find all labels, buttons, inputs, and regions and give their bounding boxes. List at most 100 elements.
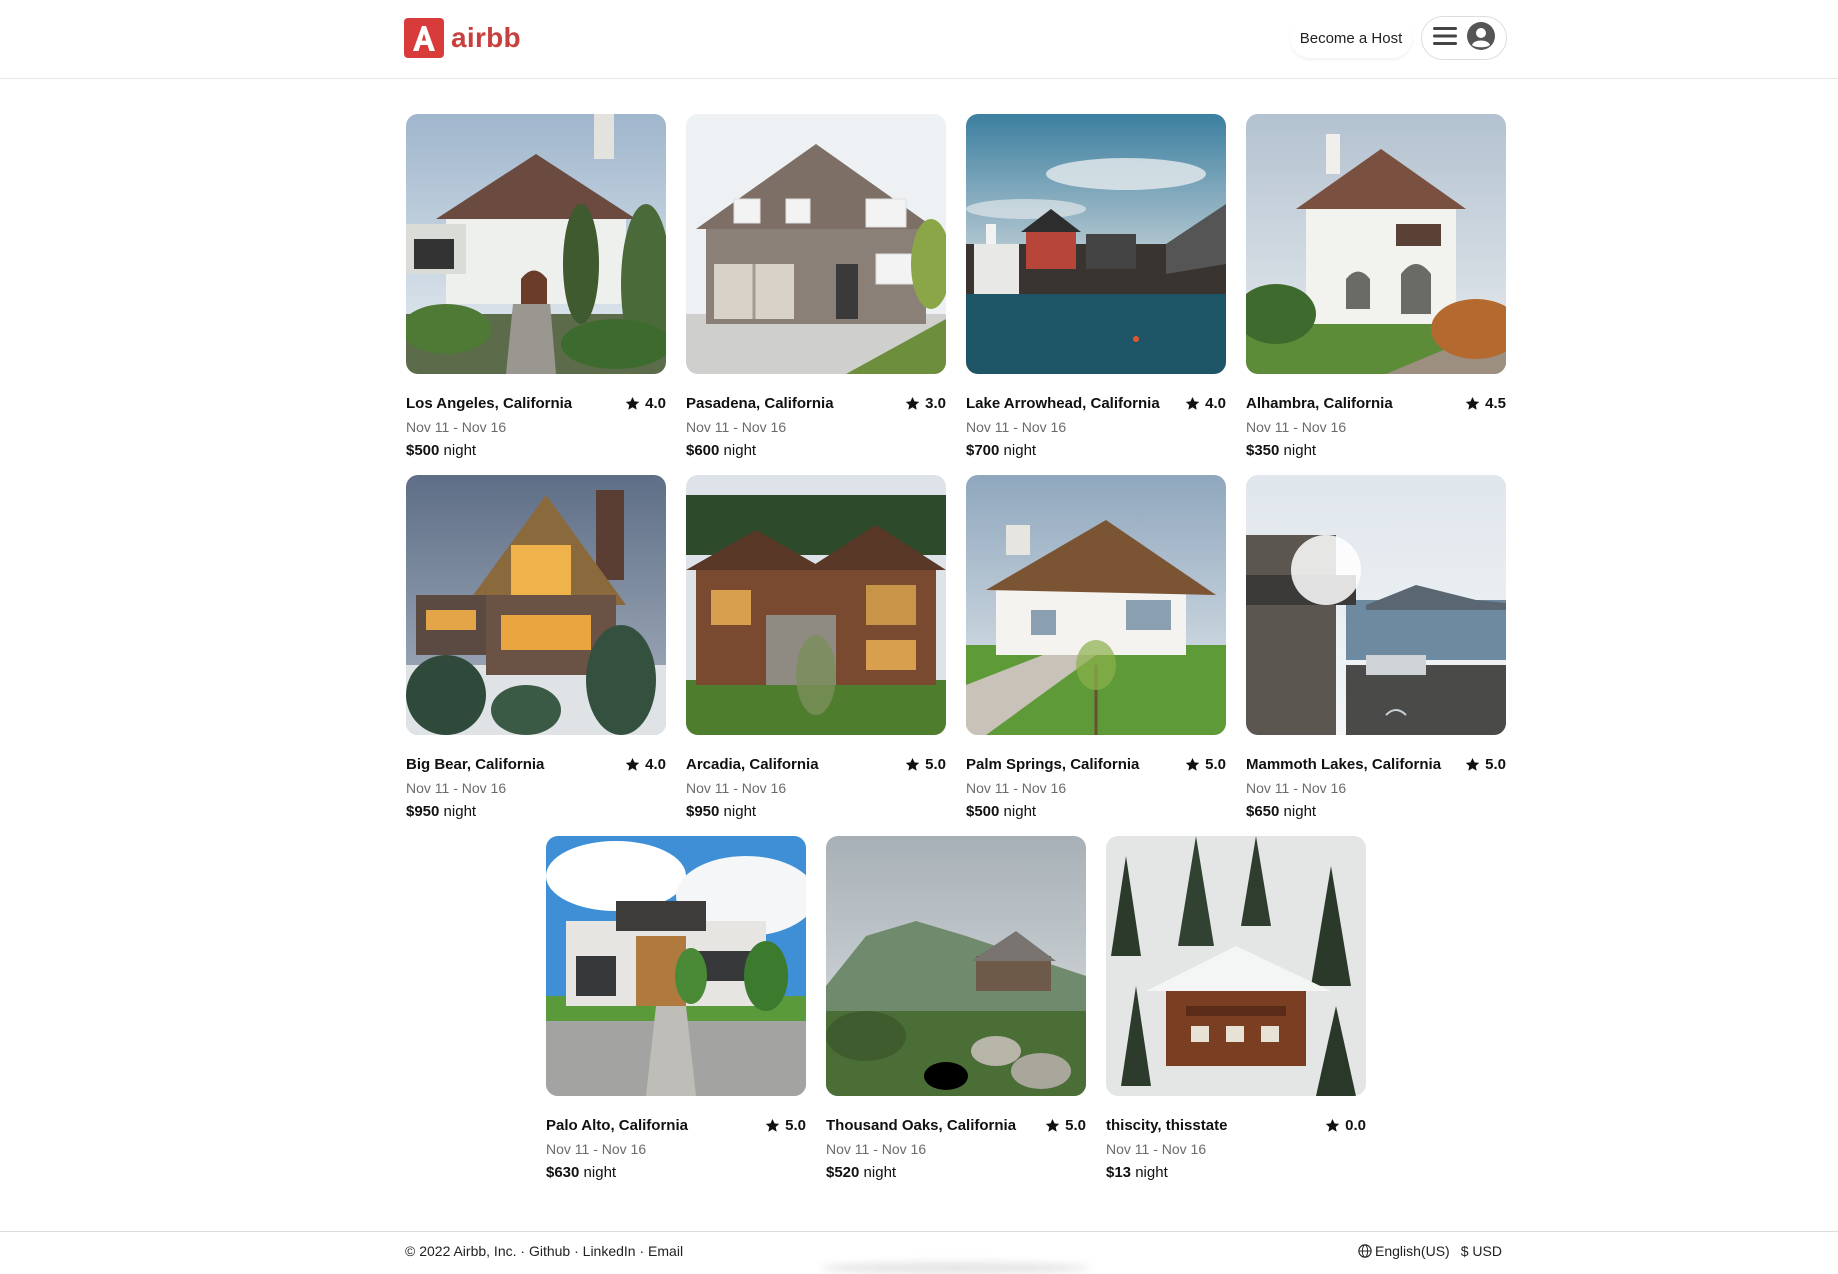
price-unit: night <box>1003 803 1037 820</box>
star-icon <box>1465 396 1480 410</box>
rating-value: 5.0 <box>1485 755 1506 773</box>
listing-rating: 5.0 <box>1185 756 1226 773</box>
price-unit: night <box>1283 803 1317 820</box>
become-host-button[interactable]: Become a Host <box>1290 18 1412 58</box>
listing-price-line: $650 night <box>1246 802 1506 822</box>
globe-icon <box>1358 1244 1372 1258</box>
listing-card[interactable]: Arcadia, California 5.0 Nov 11 - Nov 16 … <box>686 475 946 822</box>
listing-card[interactable]: Palm Springs, California 5.0 Nov 11 - No… <box>966 475 1226 822</box>
listing-location: Palm Springs, California <box>966 755 1140 773</box>
listing-location: Thousand Oaks, California <box>826 1116 1017 1134</box>
airbb-logo[interactable]: airbb <box>404 18 521 58</box>
listing-price-line: $600 night <box>686 441 946 461</box>
listing-price: $630 <box>546 1164 580 1181</box>
footer-separator: · <box>570 1243 583 1259</box>
footer-separator: · <box>635 1243 649 1259</box>
listing-card[interactable]: Lake Arrowhead, California 4.0 Nov 11 - … <box>966 114 1226 461</box>
listing-price-line: $630 night <box>546 1163 806 1183</box>
listing-location: Pasadena, California <box>686 394 834 412</box>
listing-photo[interactable] <box>966 114 1226 374</box>
listing-price: $700 <box>966 442 1000 459</box>
listing-rating: 4.0 <box>1185 395 1226 412</box>
listing-card[interactable]: Palo Alto, California 5.0 Nov 11 - Nov 1… <box>546 836 806 1183</box>
listing-card[interactable]: thiscity, thisstate 0.0 Nov 11 - Nov 16 … <box>1106 836 1366 1183</box>
email-link[interactable]: Email <box>648 1243 683 1259</box>
listing-dates: Nov 11 - Nov 16 <box>406 419 507 435</box>
listing-price-line: $500 night <box>966 802 1226 822</box>
listing-price-line: $700 night <box>966 441 1226 461</box>
listing-dates: Nov 11 - Nov 16 <box>686 780 787 796</box>
listing-rating: 4.0 <box>625 756 666 773</box>
rating-value: 4.0 <box>645 755 666 773</box>
listing-price: $650 <box>1246 803 1280 820</box>
listing-price: $950 <box>406 803 440 820</box>
listing-dates: Nov 11 - Nov 16 <box>686 419 787 435</box>
listing-photo[interactable] <box>686 114 946 374</box>
star-icon <box>1465 757 1480 771</box>
listing-location: Los Angeles, California <box>406 394 573 412</box>
listing-card[interactable]: Pasadena, California 3.0 Nov 11 - Nov 16… <box>686 114 946 461</box>
listing-price: $950 <box>686 803 720 820</box>
listing-photo[interactable] <box>1106 836 1366 1096</box>
listing-dates: Nov 11 - Nov 16 <box>546 1141 647 1157</box>
listing-card[interactable]: Big Bear, California 4.0 Nov 11 - Nov 16… <box>406 475 666 822</box>
listing-photo[interactable] <box>1246 114 1506 374</box>
listing-price-line: $950 night <box>686 802 946 822</box>
brand-name: airbb <box>451 22 521 53</box>
rating-value: 5.0 <box>925 755 946 773</box>
listing-photo[interactable] <box>826 836 1086 1096</box>
listing-photo[interactable] <box>686 475 946 735</box>
price-unit: night <box>443 803 477 820</box>
listing-location: Alhambra, California <box>1246 394 1393 412</box>
footer-links: © 2022 Airbb, Inc. · Github · LinkedIn ·… <box>405 1243 683 1259</box>
listing-price: $13 <box>1106 1164 1132 1181</box>
price-unit: night <box>583 1164 617 1181</box>
listing-location: Lake Arrowhead, California <box>966 394 1160 412</box>
user-menu-button[interactable] <box>1421 16 1507 60</box>
listing-location: thiscity, thisstate <box>1106 1116 1228 1134</box>
footer-separator: · <box>516 1243 529 1259</box>
listing-card[interactable]: Mammoth Lakes, California 5.0 Nov 11 - N… <box>1246 475 1506 822</box>
listing-price: $350 <box>1246 442 1280 459</box>
listing-location: Arcadia, California <box>686 755 819 773</box>
listing-price-line: $13 night <box>1106 1163 1366 1183</box>
star-icon <box>1185 396 1200 410</box>
listing-card[interactable]: Thousand Oaks, California 5.0 Nov 11 - N… <box>826 836 1086 1183</box>
rating-value: 4.0 <box>1205 394 1226 412</box>
star-icon <box>765 1118 780 1132</box>
rating-value: 3.0 <box>925 394 946 412</box>
listing-photo[interactable] <box>406 114 666 374</box>
price-unit: night <box>1003 442 1037 459</box>
listing-price-line: $350 night <box>1246 441 1506 461</box>
hamburger-icon <box>1432 26 1457 51</box>
listing-rating: 5.0 <box>1045 1117 1086 1134</box>
listing-card[interactable]: Alhambra, California 4.5 Nov 11 - Nov 16… <box>1246 114 1506 461</box>
currency-selector[interactable]: $ USD <box>1461 1243 1502 1259</box>
language-selector[interactable]: English(US) <box>1375 1243 1450 1259</box>
github-link[interactable]: Github <box>529 1243 570 1259</box>
listing-price: $500 <box>406 442 440 459</box>
listing-card[interactable]: Los Angeles, California 4.0 Nov 11 - Nov… <box>406 114 666 461</box>
listing-photo[interactable] <box>546 836 806 1096</box>
listing-location: Big Bear, California <box>406 755 545 773</box>
star-icon <box>625 396 640 410</box>
locale-settings: English(US) $ USD <box>1358 1243 1502 1259</box>
rating-value: 5.0 <box>1205 755 1226 773</box>
listing-rating: 3.0 <box>905 395 946 412</box>
star-icon <box>1185 757 1200 771</box>
logo-mark-icon <box>404 18 444 58</box>
listing-photo[interactable] <box>1246 475 1506 735</box>
linkedin-link[interactable]: LinkedIn <box>583 1243 636 1259</box>
price-unit: night <box>443 442 477 459</box>
listing-location: Mammoth Lakes, California <box>1246 755 1442 773</box>
listing-rating: 4.5 <box>1465 395 1506 412</box>
listing-photo[interactable] <box>406 475 666 735</box>
rating-value: 0.0 <box>1345 1116 1366 1134</box>
listing-rating: 5.0 <box>1465 756 1506 773</box>
listing-price-line: $500 night <box>406 441 666 461</box>
rating-value: 5.0 <box>1065 1116 1086 1134</box>
listing-dates: Nov 11 - Nov 16 <box>1246 780 1347 796</box>
listing-photo[interactable] <box>966 475 1226 735</box>
rating-value: 4.0 <box>645 394 666 412</box>
listing-dates: Nov 11 - Nov 16 <box>1246 419 1347 435</box>
